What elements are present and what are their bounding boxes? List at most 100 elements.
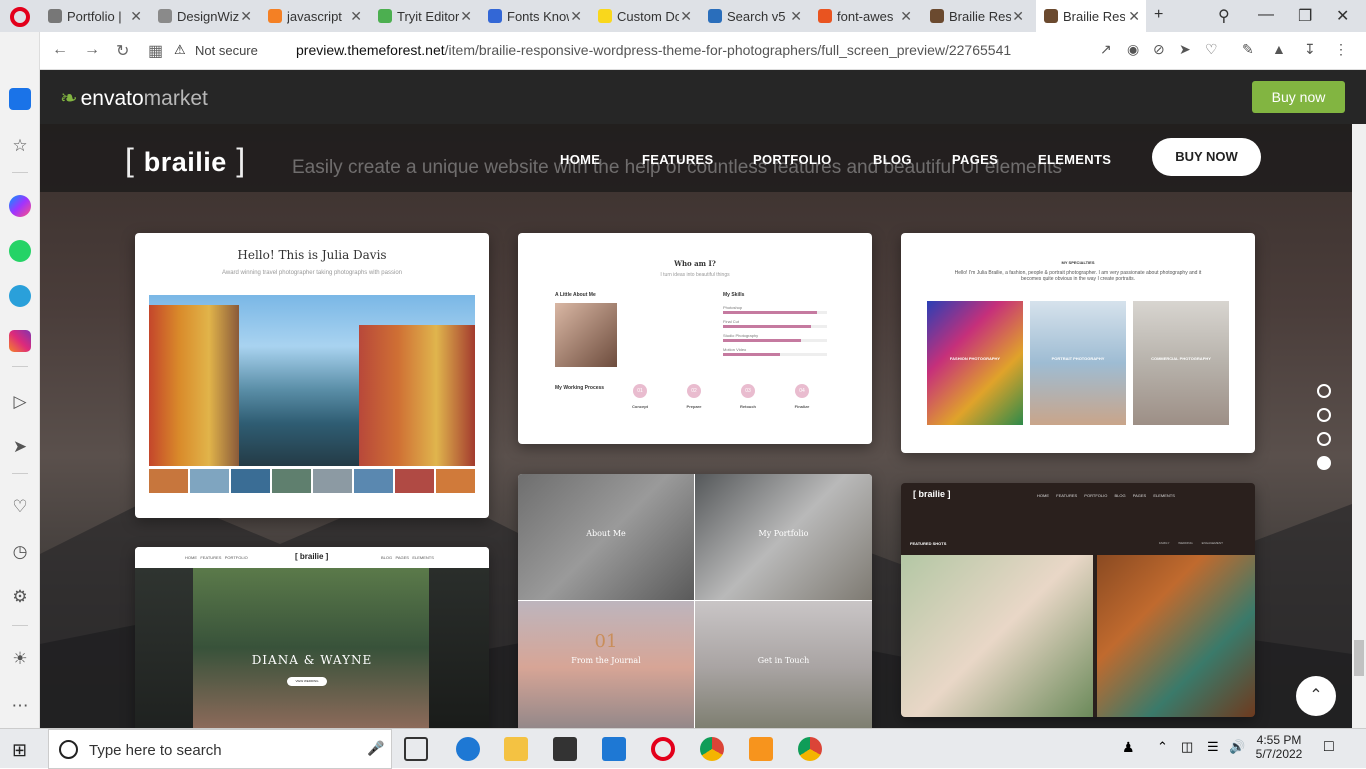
close-window-icon[interactable]: ✕ [1336, 6, 1349, 26]
extensions-icon[interactable]: ▲ [1272, 41, 1286, 57]
more-icon[interactable]: ⋯ [10, 696, 30, 716]
chrome-icon-2[interactable] [798, 737, 822, 761]
demo-card-wedding[interactable]: HOME FEATURES PORTFOLIO [ brailie ] BLOG… [135, 547, 489, 728]
menu-icon[interactable]: ⋮ [1334, 41, 1348, 58]
browser-tab[interactable]: Tryit Editor ✕ [370, 0, 478, 32]
demo-card-who-am-i[interactable]: Who am I? I turn ideas into beautiful th… [518, 233, 872, 444]
pinboard-icon[interactable]: ☆ [10, 136, 30, 156]
tile-portfolio[interactable]: My Portfolio [695, 474, 872, 600]
restore-icon[interactable]: ❐ [1298, 6, 1312, 26]
send-icon[interactable]: ➤ [1179, 41, 1191, 58]
send-sidebar-icon[interactable]: ➤ [10, 437, 30, 457]
tab-close-icon[interactable]: ✕ [130, 8, 142, 25]
browser-tab[interactable]: Brailie Resp✕ [922, 0, 1030, 32]
tab-close-icon[interactable]: ✕ [460, 8, 472, 25]
demo-card-julia-davis[interactable]: Hello! This is Julia Davis Award winning… [135, 233, 489, 518]
slider-dot-4[interactable] [1317, 456, 1331, 470]
bookmark-heart-icon[interactable]: ♡ [1205, 41, 1218, 58]
reload-icon[interactable]: ↻ [116, 41, 129, 61]
opera-taskbar-icon[interactable] [651, 737, 675, 761]
page-scrollbar[interactable] [1352, 124, 1366, 728]
mail-icon[interactable] [602, 737, 626, 761]
browser-tab[interactable]: DesignWiz ✕ [150, 0, 258, 32]
browser-tab[interactable]: Portfolio | ✕ [40, 0, 148, 32]
share-icon[interactable]: ↗ [1100, 41, 1112, 58]
opera-menu-icon[interactable] [10, 7, 30, 27]
slider-dot-1[interactable] [1317, 384, 1331, 398]
tile-journal[interactable]: 01 From the Journal [518, 601, 694, 728]
taskbar-search[interactable]: Type here to search 🎤 [48, 729, 392, 769]
view-wedding-button[interactable]: VIEW WEDDING [287, 677, 327, 686]
slider-dot-2[interactable] [1317, 408, 1331, 422]
sublime-icon[interactable] [749, 737, 773, 761]
adblock-icon[interactable]: ⊘ [1153, 41, 1165, 58]
people-icon[interactable]: ♟ [1122, 739, 1135, 756]
microphone-icon[interactable]: 🎤 [367, 740, 384, 757]
chrome-icon[interactable] [700, 737, 724, 761]
store-icon[interactable] [553, 737, 577, 761]
slider-dot-3[interactable] [1317, 432, 1331, 446]
back-icon[interactable]: ← [52, 41, 68, 59]
messenger-icon[interactable] [9, 195, 31, 217]
search-tabs-icon[interactable]: ⚲ [1218, 6, 1230, 26]
warning-icon[interactable]: ⚠ [174, 42, 186, 58]
windows-start-icon[interactable]: ⊞ [12, 740, 27, 761]
demo-card-specialties[interactable]: MY SPECIALTIES Hello! I'm Julia Brailie,… [901, 233, 1255, 453]
browser-tab[interactable]: font-awes ✕ [810, 0, 918, 32]
menu-pages[interactable]: PAGES [952, 152, 998, 167]
task-view-icon[interactable] [404, 737, 428, 761]
site-buy-now-button[interactable]: BUY NOW [1152, 138, 1261, 176]
browser-tab[interactable]: Search v5 ✕ [700, 0, 808, 32]
not-secure-label[interactable]: Not secure [195, 43, 258, 58]
tab-close-icon[interactable]: ✕ [570, 8, 582, 25]
tray-chevron-icon[interactable]: ⌃ [1157, 739, 1168, 755]
tab-close-icon[interactable]: ✕ [900, 8, 912, 25]
buy-now-button[interactable]: Buy now [1252, 81, 1345, 113]
scrollbar-thumb[interactable] [1354, 640, 1364, 676]
minimize-icon[interactable]: — [1258, 6, 1274, 24]
home-icon[interactable] [9, 88, 31, 110]
menu-features[interactable]: FEATURES [642, 152, 714, 167]
envato-logo[interactable]: ❧ envatomarket [60, 86, 208, 111]
battery-icon[interactable]: ◫ [1181, 739, 1193, 755]
wifi-icon[interactable]: ☰ [1207, 739, 1219, 755]
instagram-icon[interactable] [9, 330, 31, 352]
tab-close-icon[interactable]: ✕ [1012, 8, 1024, 25]
browser-tab[interactable]: Brailie Res ✕ [1036, 0, 1146, 32]
browser-tab[interactable]: Custom Do ✕ [590, 0, 698, 32]
edge-icon[interactable] [456, 737, 480, 761]
tile-about-me[interactable]: About Me [518, 474, 694, 600]
lightbulb-icon[interactable]: ☀ [10, 649, 30, 669]
url-field[interactable]: preview.themeforest.net/item/brailie-res… [296, 42, 1011, 58]
bookmarks-heart-icon[interactable]: ♡ [10, 497, 30, 517]
settings-gear-icon[interactable]: ⚙ [10, 587, 30, 607]
tab-close-icon[interactable]: ✕ [350, 8, 362, 25]
notifications-icon[interactable]: □ [1324, 738, 1334, 756]
volume-icon[interactable]: 🔊 [1229, 739, 1245, 755]
history-clock-icon[interactable]: ◷ [10, 542, 30, 562]
menu-portfolio[interactable]: PORTFOLIO [753, 152, 832, 167]
menu-home[interactable]: HOME [560, 152, 600, 167]
clock[interactable]: 4:55 PM 5/7/2022 [1253, 733, 1305, 761]
player-icon[interactable]: ▷ [10, 392, 30, 412]
snapshot-icon[interactable]: ◉ [1127, 41, 1139, 58]
whatsapp-icon[interactable] [9, 240, 31, 262]
menu-blog[interactable]: BLOG [873, 152, 912, 167]
speed-dial-icon[interactable]: ▦ [148, 41, 163, 61]
forward-icon[interactable]: → [84, 41, 100, 59]
menu-elements[interactable]: ELEMENTS [1038, 152, 1111, 167]
browser-tab[interactable]: Fonts Know ✕ [480, 0, 588, 32]
scroll-to-top-button[interactable]: ⌃ [1296, 676, 1336, 716]
tile-contact[interactable]: Get in Touch [695, 601, 872, 728]
eyedropper-icon[interactable]: ✎ [1242, 41, 1254, 58]
tab-close-icon[interactable]: ✕ [790, 8, 802, 25]
site-logo[interactable]: [ brailie ] [125, 142, 246, 179]
download-icon[interactable]: ↧ [1304, 41, 1316, 58]
browser-tab[interactable]: javascript ✕ [260, 0, 368, 32]
new-tab-button[interactable]: + [1154, 6, 1163, 24]
demo-card-featured[interactable]: [ brailie ] HOME FEATURES PORTFOLIO BLOG… [901, 483, 1255, 717]
tab-close-icon[interactable]: ✕ [680, 8, 692, 25]
telegram-icon[interactable] [9, 285, 31, 307]
file-explorer-icon[interactable] [504, 737, 528, 761]
demo-card-tiles[interactable]: About Me My Portfolio 01 From the Journa… [518, 474, 872, 728]
